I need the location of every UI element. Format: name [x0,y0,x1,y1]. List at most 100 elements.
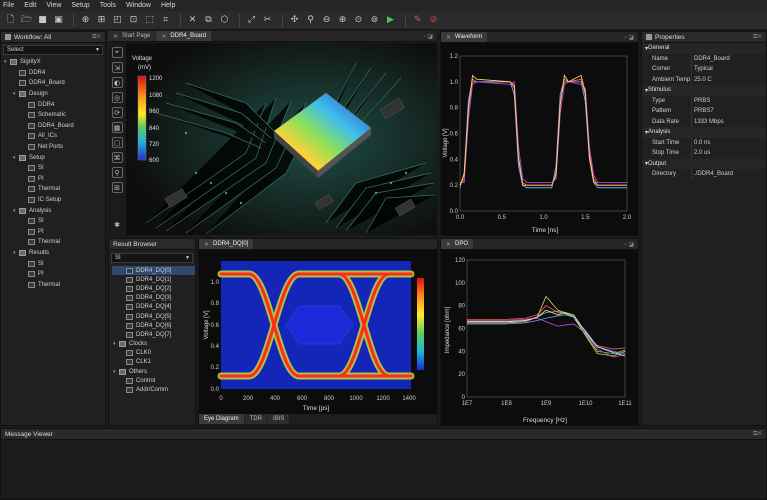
search-minus-icon[interactable]: ⊖ [320,14,333,27]
property-value[interactable]: 1333 Mbps [691,116,766,127]
scissors-icon[interactable]: ✂ [261,14,274,27]
tab-ibis[interactable]: IBIS [268,414,290,424]
workflow-tree-item[interactable]: DDR4 [4,68,105,79]
panel-float-icon[interactable]: ⧉✕ [753,34,762,41]
result-tree-item[interactable]: DDR4_DQ[0] [112,266,195,276]
menu-file[interactable]: File [3,2,14,9]
route-icon[interactable]: ⤢ [245,14,258,27]
workflow-tree-item[interactable]: ▾ SigrityX [4,57,105,68]
workflow-tree-item[interactable]: Thermal [4,279,105,290]
workflow-tree-item[interactable]: SI [4,258,105,269]
close-icon[interactable]: ✕ [113,33,118,40]
tab-start-page[interactable]: ✕ Start Page [108,31,156,41]
workflow-tree-item[interactable]: DDR4_Board [4,121,105,132]
waveform-chart[interactable]: Voltage [V] Time [ns] 1.2 1.0 0.8 0.6 0.4 0.2… [441,43,638,235]
workflow-select[interactable]: Select ▼ [3,45,103,55]
save-icon[interactable]: ■ [36,14,49,27]
panel-float-icon[interactable]: ⧉✕ [753,431,762,438]
workflow-tree-item[interactable]: ▾ Design [4,89,105,100]
workflow-tree-item[interactable]: PI [4,227,105,238]
open-folder-icon[interactable]: 🗁 [20,14,33,27]
probe-icon[interactable]: ✎ [411,14,424,27]
workflow-tree-item[interactable]: Thermal [4,237,105,248]
stop-icon[interactable]: ⊘ [427,14,440,27]
result-browser-select[interactable]: SI ▼ [111,253,193,263]
property-group[interactable]: ▾ Stimulus [642,85,766,96]
zoom-fit-icon[interactable]: ⊞ [95,14,108,27]
result-tree-item[interactable]: ▾ Clocks [112,340,195,349]
panel-controls-icon[interactable]: ▫ ◪ [625,241,634,248]
property-value[interactable]: Typical [691,64,766,75]
result-tree-item[interactable]: DDR4_DQ[6] [112,321,195,330]
menu-window[interactable]: Window [126,2,151,9]
workflow-tree-item[interactable]: DDR4_Board [4,78,105,89]
property-value[interactable]: 2.0 us [691,148,766,159]
workflow-tree-item[interactable]: Thermal [4,184,105,195]
result-tree-item[interactable]: ▾ Others [112,367,195,376]
result-tree-item[interactable]: CLK1 [112,358,195,367]
zoom-all-icon[interactable]: ⌗ [159,14,172,27]
result-tree-item[interactable]: DDR4_DQ[7] [112,330,195,339]
menu-edit[interactable]: Edit [24,2,36,9]
target-icon[interactable]: ◎ [111,92,123,103]
workflow-tree-item[interactable]: ▾ Setup [4,152,105,163]
net-icon[interactable]: ⌘ [111,152,123,163]
menu-help[interactable]: Help [161,2,175,9]
eye-diagram-chart[interactable]: Voltage [V] Time [ps] 1.0 0.8 0.6 0.4 0.… [199,250,437,413]
property-group[interactable]: ▾ Analysis [642,127,766,138]
property-value[interactable]: PRBS7 [691,106,766,117]
run-icon[interactable]: ▶ [384,14,397,27]
property-value[interactable]: DDR4_Board [691,53,766,64]
region-zoom-icon[interactable]: ⊞ [111,182,123,193]
workflow-tree-item[interactable]: Net Ports [4,142,105,153]
impedance-chart[interactable]: Impedance [ohm] Frequency [Hz] 120 100 80 6… [441,250,638,425]
result-tree-item[interactable]: DDR4_DQ[2] [112,284,195,293]
result-tree-item[interactable]: DDR4_DQ[3] [112,294,195,303]
search-prev-icon[interactable]: ⊚ [368,14,381,27]
menu-view[interactable]: View [46,2,61,9]
property-value[interactable]: 0.0 ns [691,137,766,148]
tab-dpo[interactable]: ✕ DPO [441,239,474,249]
result-tree-item[interactable]: CLK0 [112,349,195,358]
panel-controls-icon[interactable]: ▫ ◪ [424,33,433,40]
property-value[interactable]: ./DDR4_Board [691,169,766,180]
workflow-tree-item[interactable]: SI [4,216,105,227]
highlight-icon[interactable]: ⧉ [202,14,215,27]
new-file-icon[interactable]: 🗋 [4,14,17,27]
pan-tool-icon[interactable]: ⇲ [111,62,123,73]
search-icon[interactable]: ⚲ [304,14,317,27]
property-value[interactable]: 25.0 C [691,74,766,85]
zoom-area-icon[interactable]: ⬚ [143,14,156,27]
property-value[interactable]: PRBS [691,95,766,106]
close-icon[interactable]: ✕ [161,33,166,40]
save-as-icon[interactable]: ▣ [52,14,65,27]
menu-tools[interactable]: Tools [100,2,116,9]
tab-ddr4-board[interactable]: ✕ DDR4_Board [156,31,212,41]
rotate-icon[interactable]: ⟳ [111,107,123,118]
zoom-previous-icon[interactable]: ◰ [111,14,124,27]
search-next-icon[interactable]: ⊙ [352,14,365,27]
workflow-tree-item[interactable]: PI [4,174,105,185]
settings-icon[interactable]: ✱ [112,219,123,230]
close-icon[interactable]: ✕ [446,241,451,248]
result-tree-item[interactable]: Control [112,376,195,385]
workflow-tree-item[interactable]: ▾ Analysis [4,205,105,216]
result-tree-item[interactable]: DDR4_DQ[5] [112,312,195,321]
workflow-tree-item[interactable]: Schematic [4,110,105,121]
tab-waveform[interactable]: ✕ Waveform [441,32,488,42]
zoom-window-icon[interactable]: ⊡ [127,14,140,27]
workflow-tree-item[interactable]: PI [4,269,105,280]
layers-icon[interactable]: ◐ [111,77,123,88]
property-group[interactable]: ▾ Output [642,158,766,169]
snap-icon[interactable]: ✣ [288,14,301,27]
workflow-tree-item[interactable]: DDR4 [4,99,105,110]
result-tree-item[interactable]: Addr/Comm [112,385,195,394]
workflow-tree-item[interactable]: SI [4,163,105,174]
fit-view-icon[interactable]: ▦ [111,122,123,133]
magnify-icon[interactable]: ⚲ [111,167,123,178]
close-icon[interactable]: ✕ [204,241,209,248]
board-3d-view[interactable]: Voltage (mV) 1200 1080 960 840 720 600 [126,43,437,235]
panel-float-icon[interactable]: ⧉✕ [92,34,101,41]
tab-ddr4-dq0[interactable]: ✕ DDR4_DQ[0] [199,239,254,249]
menu-setup[interactable]: Setup [71,2,89,9]
